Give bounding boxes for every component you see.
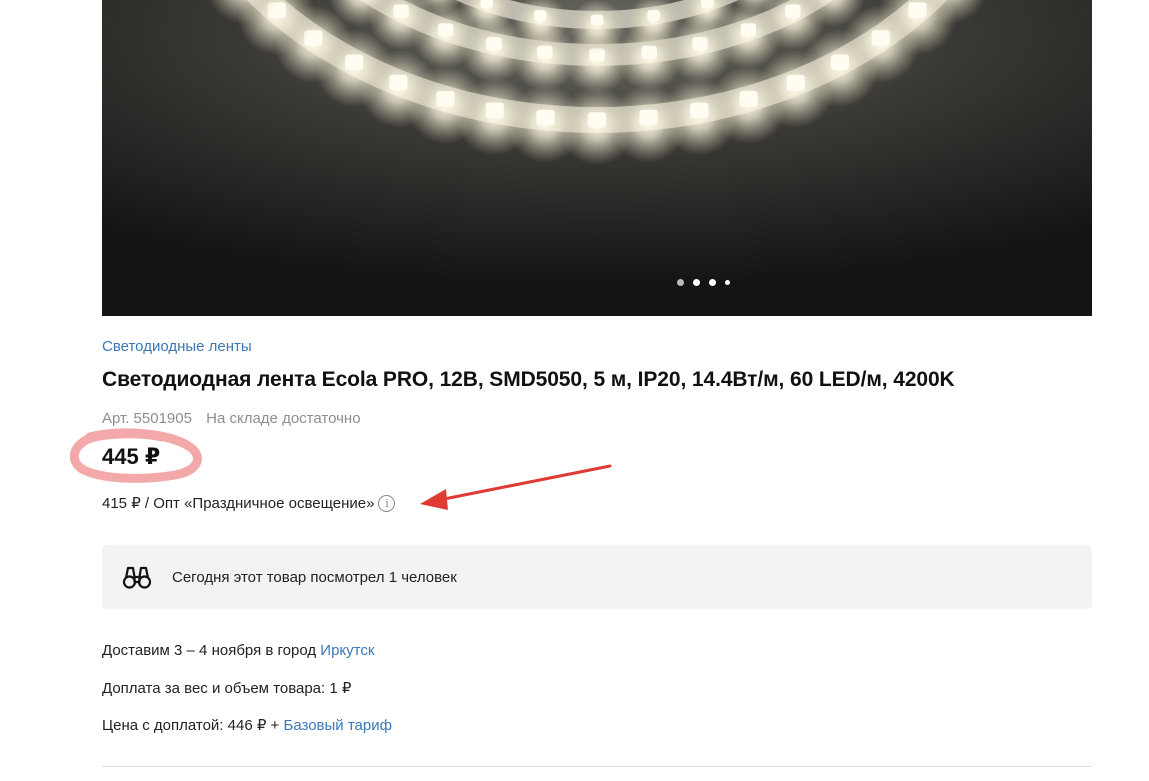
total-price-info: Цена с доплатой: 446 ₽ + Базовый тариф — [102, 716, 392, 734]
views-text: Сегодня этот товар посмотрел 1 человек — [172, 568, 457, 586]
city-link[interactable]: Иркутск — [320, 642, 374, 659]
product-price: 445 ₽ — [102, 444, 161, 469]
surcharge-info: Доплата за вес и объем товара: 1 ₽ — [102, 680, 352, 697]
info-icon[interactable]: i — [378, 494, 396, 512]
wholesale-price: 415 ₽ / Опт «Праздничное освещение» i — [102, 494, 396, 512]
wholesale-price-text: 415 ₽ / Опт «Праздничное освещение» — [102, 495, 375, 512]
binoculars-icon — [122, 566, 152, 589]
led-strip-photo — [102, 0, 1092, 316]
total-price-text: Цена с доплатой: 446 ₽ + — [102, 717, 284, 734]
gallery-dot[interactable] — [725, 280, 730, 285]
tariff-link[interactable]: Базовый тариф — [283, 717, 391, 734]
delivery-date: Доставим 3 – 4 ноября в город Иркутск — [102, 642, 374, 659]
category-link[interactable]: Светодиодные ленты — [102, 338, 252, 355]
stock-status: На складе достаточно — [206, 410, 361, 427]
product-meta: Арт. 5501905 На складе достаточно — [102, 410, 361, 427]
red-arrow-annotation — [420, 464, 612, 510]
product-title: Светодиодная лента Ecola PRO, 12В, SMD50… — [102, 368, 955, 391]
gallery-dot[interactable] — [709, 279, 716, 286]
product-image-gallery[interactable] — [102, 0, 1092, 316]
product-page: Светодиодные ленты Светодиодная лента Ec… — [0, 0, 1149, 781]
gallery-pagination — [677, 279, 730, 286]
views-info-box: Сегодня этот товар посмотрел 1 человек — [102, 545, 1092, 609]
gallery-dot[interactable] — [677, 279, 684, 286]
section-divider — [102, 766, 1092, 767]
delivery-date-text: Доставим 3 – 4 ноября в город — [102, 642, 321, 659]
gallery-dot[interactable] — [693, 279, 700, 286]
article-number: Арт. 5501905 — [102, 410, 192, 427]
